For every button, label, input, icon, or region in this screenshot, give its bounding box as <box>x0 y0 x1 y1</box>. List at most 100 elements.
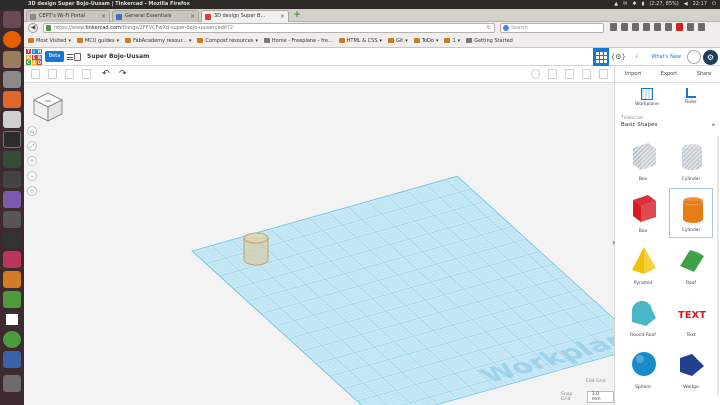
shape-cylinder[interactable]: Cylinder <box>669 136 713 186</box>
delete-icon[interactable] <box>82 69 91 79</box>
shape-box[interactable]: Box <box>621 188 665 238</box>
import-button[interactable]: Import <box>625 71 642 77</box>
cylinder-object[interactable] <box>243 232 269 266</box>
sublime-icon[interactable] <box>3 171 21 188</box>
duplicate-icon[interactable] <box>65 69 74 79</box>
workplane-scene[interactable]: Workplane <box>24 83 614 405</box>
shape-sphere[interactable]: Sphere <box>621 344 665 394</box>
reading-list-icon[interactable] <box>621 23 628 31</box>
align-icon[interactable] <box>582 69 591 79</box>
wifi-icon[interactable]: ▲ <box>614 0 618 9</box>
design-canvas[interactable]: Workplane TOP ⌂ ⤢ + − ◇ Edit Grid Snap G… <box>24 83 614 405</box>
settings-icon[interactable] <box>3 71 21 88</box>
shape-roof[interactable]: Roof <box>669 240 713 290</box>
zoom-out-icon[interactable]: − <box>27 171 37 181</box>
collapse-panel-icon[interactable]: › <box>612 238 615 247</box>
shape-pyramid[interactable]: Pyramid <box>621 240 665 290</box>
power-icon[interactable]: ⏻ <box>712 0 716 9</box>
grid-view-button[interactable] <box>593 48 610 66</box>
share-button[interactable]: Share <box>697 71 711 77</box>
menu-icon[interactable] <box>698 23 705 31</box>
perspective-icon[interactable]: ◇ <box>27 186 37 196</box>
tab-general-essentials[interactable]: General Essentials × <box>112 10 199 22</box>
ruler-tool[interactable]: Ruler <box>671 88 711 105</box>
shape-roundroof[interactable]: Round Roof <box>621 292 665 342</box>
stack-icon[interactable] <box>3 351 21 368</box>
bookmark-item[interactable]: ToDo ▾ <box>413 38 438 44</box>
copy-icon[interactable] <box>31 69 40 79</box>
system-monitor-icon[interactable] <box>3 151 21 168</box>
tinkercad-logo[interactable]: TIN KER CAD <box>26 49 42 65</box>
bookmark-item[interactable]: Getting Started <box>466 38 513 44</box>
home-view-icon[interactable]: ⌂ <box>27 126 37 136</box>
url-bar[interactable]: https://www.tinkercad.com/things/2FFVCFw… <box>43 23 495 33</box>
terminal-icon[interactable] <box>3 131 21 148</box>
home-icon[interactable] <box>643 23 650 31</box>
paste-icon[interactable] <box>48 69 57 79</box>
beta-badge[interactable]: Beta <box>45 51 64 62</box>
export-button[interactable]: Export <box>661 71 677 77</box>
fit-view-icon[interactable]: ⤢ <box>27 141 37 151</box>
code-blocks-icon[interactable]: {⚙} <box>609 48 627 66</box>
whats-new-link[interactable]: What's New <box>645 54 687 60</box>
volume-icon[interactable]: ◀ <box>684 0 688 9</box>
mail-icon[interactable]: ✉ <box>623 0 627 9</box>
butterfly-icon[interactable] <box>3 271 21 288</box>
bookmark-item[interactable]: MCU guides ▾ <box>76 38 119 44</box>
star-icon[interactable] <box>610 23 617 31</box>
screenshot-icon[interactable] <box>3 211 21 228</box>
settings-icon[interactable]: ⚙ <box>703 49 718 65</box>
clock[interactable]: 22:17 <box>693 0 707 9</box>
back-icon[interactable]: ◀ <box>28 23 38 33</box>
bookmark-item[interactable]: Most Visited ▾ <box>28 38 71 44</box>
user-avatar[interactable] <box>687 50 701 64</box>
bookmark-item[interactable]: Home - Freeplane - fre... <box>263 38 333 44</box>
bookmark-item[interactable]: Compost resources ▾ <box>197 38 258 44</box>
text-editor-icon[interactable] <box>3 111 21 128</box>
menu-icon[interactable] <box>67 54 73 60</box>
download-icon[interactable] <box>632 23 639 31</box>
design-name[interactable]: Super Bojo-Uusam <box>87 52 149 61</box>
workplane-tool[interactable]: Workplane <box>627 88 667 107</box>
calendar-icon[interactable] <box>3 191 21 208</box>
shape-icon[interactable] <box>548 69 557 79</box>
tab-wifi-portal[interactable]: CEPT's Wi-Fi Portal × <box>26 10 110 22</box>
bookmark-item[interactable]: HTML & CSS ▾ <box>338 38 382 44</box>
bookmark-item[interactable]: FabAcademy resour... ▾ <box>125 38 191 44</box>
shape-category-select[interactable]: Basic Shapes ▸ <box>621 122 715 128</box>
pocket-icon[interactable] <box>654 23 661 31</box>
snap-select[interactable]: 1.0 mm <box>586 391 614 403</box>
media-icon[interactable] <box>3 251 21 268</box>
light-icon[interactable] <box>531 69 540 79</box>
inkscape-icon[interactable] <box>3 291 21 308</box>
tab-tinkercad[interactable]: 3D design Super B... × <box>201 10 289 22</box>
battery-icon[interactable]: ▮ <box>642 0 645 9</box>
redo-icon[interactable]: ↷ <box>119 68 127 80</box>
extension-icon[interactable] <box>687 23 694 31</box>
chrome-icon[interactable] <box>3 331 21 348</box>
close-icon[interactable]: × <box>190 11 195 22</box>
shape-cylinder[interactable]: Cylinder <box>669 188 713 238</box>
bookmark-item[interactable]: Git ▾ <box>388 38 408 44</box>
shape-text[interactable]: TEXT Text <box>669 292 713 342</box>
camera-icon[interactable] <box>3 231 21 248</box>
undo-icon[interactable]: ↶ <box>102 68 110 80</box>
design-icon[interactable] <box>74 53 81 61</box>
adblock-icon[interactable] <box>676 23 683 31</box>
zoom-in-icon[interactable]: + <box>27 156 37 166</box>
bluetooth-icon[interactable]: ✱ <box>632 0 636 9</box>
edit-grid-link[interactable]: Edit Grid <box>586 379 606 384</box>
bookmark-item[interactable]: 1 ▾ <box>444 38 460 44</box>
mirror-icon[interactable] <box>599 69 608 79</box>
firefox-icon[interactable] <box>3 31 21 48</box>
close-icon[interactable]: × <box>101 11 106 22</box>
frame-icon[interactable] <box>3 311 21 328</box>
shape-wedge[interactable]: Wedge <box>669 344 713 394</box>
group-icon[interactable] <box>565 69 574 79</box>
close-icon[interactable]: × <box>280 11 285 22</box>
new-tab-icon[interactable]: + <box>292 9 302 21</box>
circuits-icon[interactable]: ⚡ <box>627 48 645 66</box>
dash-icon[interactable] <box>3 11 21 28</box>
trash-icon[interactable] <box>3 375 21 392</box>
panel-scrollbar[interactable] <box>717 136 719 396</box>
